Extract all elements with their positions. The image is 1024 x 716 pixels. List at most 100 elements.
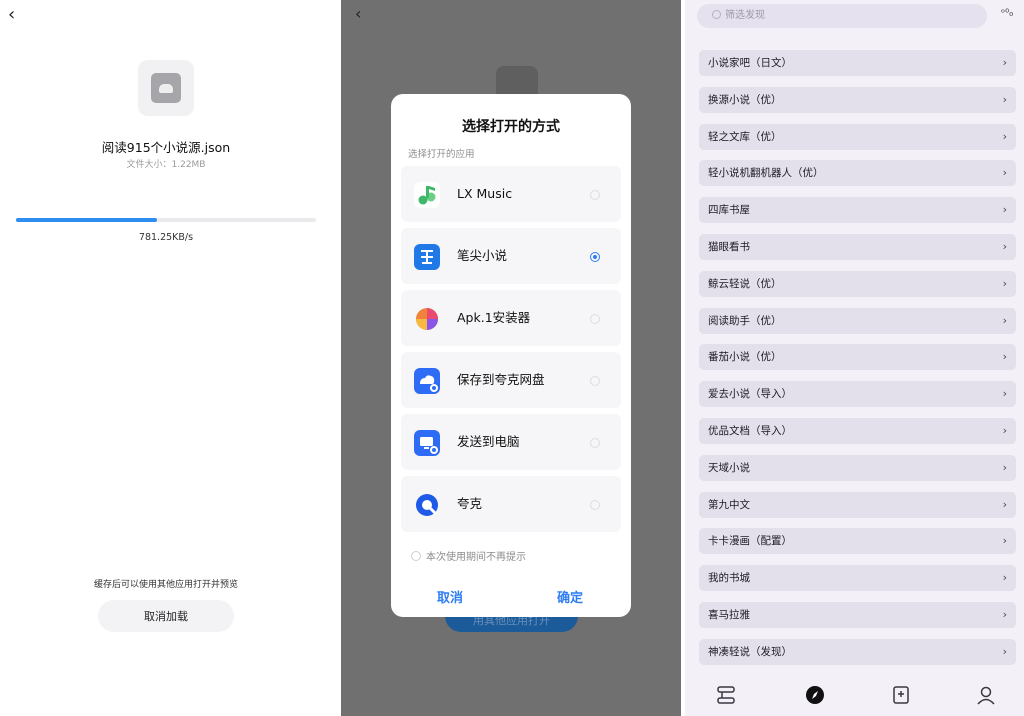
chevron-right-icon: › bbox=[1002, 460, 1007, 474]
chevron-right-icon: › bbox=[1002, 203, 1007, 217]
source-label: 番茄小说（优） bbox=[708, 351, 782, 364]
source-label: 换源小说（优） bbox=[708, 93, 782, 106]
source-label: 轻之文库（优） bbox=[708, 130, 782, 143]
file-name: 阅读915个小说源.json bbox=[101, 140, 231, 155]
back-icon[interactable]: ‹ bbox=[8, 4, 15, 25]
app-option-apk-installer[interactable]: Apk.1安装器 bbox=[401, 290, 621, 346]
dont-show-again-option[interactable]: 本次使用期间不再提示 bbox=[411, 548, 526, 563]
app-name: 笔尖小说 bbox=[457, 248, 508, 263]
app-name: LX Music bbox=[457, 186, 513, 201]
source-label: 神凑轻说（发现） bbox=[708, 645, 792, 658]
open-with-panel: ‹ 用其他应用打开 选择打开的方式 选择打开的应用 LX Music 笔尖小说 … bbox=[341, 0, 681, 716]
profile-icon[interactable] bbox=[975, 685, 997, 709]
source-label: 第九中文 bbox=[708, 498, 750, 511]
chevron-right-icon: › bbox=[1002, 166, 1007, 180]
app-option-quark[interactable]: 夸克 bbox=[401, 476, 621, 532]
source-row[interactable]: 优品文档（导入） › bbox=[699, 418, 1016, 444]
source-label: 阅读助手（优） bbox=[708, 314, 782, 327]
chevron-right-icon: › bbox=[1002, 350, 1007, 364]
chevron-right-icon: › bbox=[1002, 571, 1007, 585]
download-panel: ‹ 阅读915个小说源.json 文件大小：1.22MB 781.25KB/s … bbox=[0, 0, 340, 716]
source-row[interactable]: 爱去小说（导入） › bbox=[699, 381, 1016, 408]
download-progress-bar bbox=[16, 218, 316, 222]
chevron-right-icon: › bbox=[1002, 276, 1007, 290]
app-name: Apk.1安装器 bbox=[457, 310, 531, 325]
source-row[interactable]: 神凑轻说（发现） › bbox=[699, 638, 1016, 665]
cancel-loading-button[interactable]: 取消加载 bbox=[98, 600, 234, 632]
source-row[interactable]: 换源小说（优） › bbox=[699, 86, 1016, 113]
app-option-send-to-pc[interactable]: 发送到电脑 bbox=[401, 414, 621, 470]
bijian-novel-icon bbox=[414, 244, 440, 270]
radio-button[interactable] bbox=[590, 438, 600, 448]
source-row[interactable]: 四库书屋 › bbox=[699, 197, 1016, 224]
cancel-button[interactable]: 取消 bbox=[437, 587, 463, 606]
source-label: 小说家吧（日文） bbox=[708, 57, 792, 69]
app-option-quark-cloud[interactable]: 保存到夸克网盘 bbox=[401, 352, 621, 408]
source-label: 爱去小说（导入） bbox=[708, 388, 792, 401]
chevron-right-icon: › bbox=[1002, 240, 1007, 253]
source-label: 卡卡漫画（配置） bbox=[708, 535, 792, 548]
search-placeholder: 筛选发现 bbox=[725, 10, 765, 21]
source-label: 天域小说 bbox=[708, 461, 750, 474]
radio-button[interactable] bbox=[590, 500, 600, 510]
source-label: 鲸云轻说（优） bbox=[708, 277, 782, 290]
bottom-navigation bbox=[685, 675, 1024, 716]
app-option-lx-music[interactable]: LX Music bbox=[401, 166, 621, 222]
source-row[interactable]: 阅读助手（优） › bbox=[699, 307, 1016, 334]
file-size: 文件大小：1.22MB bbox=[126, 160, 206, 170]
bookmark-icon[interactable] bbox=[890, 685, 912, 709]
download-speed: 781.25KB/s bbox=[138, 232, 194, 243]
dont-show-label: 本次使用期间不再提示 bbox=[426, 552, 526, 563]
source-label: 喜马拉雅 bbox=[708, 609, 750, 621]
dialog-subtitle: 选择打开的应用 bbox=[408, 149, 475, 160]
compass-icon[interactable] bbox=[804, 685, 826, 709]
chevron-right-icon: › bbox=[1002, 387, 1007, 401]
source-row[interactable]: 第九中文 › bbox=[699, 491, 1016, 518]
app-name: 发送到电脑 bbox=[457, 434, 520, 449]
back-icon[interactable]: ‹ bbox=[355, 4, 361, 23]
preview-hint: 缓存后可以使用其他应用打开并预览 bbox=[93, 580, 238, 590]
source-row[interactable]: 鲸云轻说（优） › bbox=[699, 270, 1016, 297]
open-with-dialog: 选择打开的方式 选择打开的应用 LX Music 笔尖小说 Apk.1安装器 保… bbox=[391, 94, 631, 617]
app-option-bijian-novel[interactable]: 笔尖小说 bbox=[401, 228, 621, 284]
source-label: 优品文档（导入） bbox=[708, 425, 792, 437]
app-name: 保存到夸克网盘 bbox=[457, 372, 545, 387]
search-icon bbox=[712, 10, 721, 19]
confirm-button[interactable]: 确定 bbox=[557, 587, 583, 606]
explore-panel: 筛选发现 ᵒ⁰₀ 小说家吧（日文） › 换源小说（优） › 轻之文库（优） › 轻小说机翻机… bbox=[685, 0, 1024, 716]
chevron-right-icon: › bbox=[1002, 129, 1007, 143]
source-row[interactable]: 小说家吧（日文） › bbox=[699, 50, 1016, 76]
checkbox[interactable] bbox=[411, 551, 421, 561]
app-name: 夸克 bbox=[457, 496, 483, 511]
source-row[interactable]: 卡卡漫画（配置） › bbox=[699, 528, 1016, 555]
quark-cloud-icon bbox=[414, 368, 440, 394]
chevron-right-icon: › bbox=[1002, 313, 1007, 327]
chevron-right-icon: › bbox=[1002, 424, 1007, 437]
source-row[interactable]: 喜马拉雅 › bbox=[699, 602, 1016, 628]
source-label: 四库书屋 bbox=[708, 204, 750, 217]
source-row[interactable]: 番茄小说（优） › bbox=[699, 344, 1016, 371]
bookshelf-icon[interactable] bbox=[715, 685, 737, 709]
search-input[interactable]: 筛选发现 bbox=[697, 4, 987, 28]
chevron-right-icon: › bbox=[1002, 92, 1007, 106]
chevron-right-icon: › bbox=[1002, 608, 1007, 621]
radio-button[interactable] bbox=[590, 376, 600, 386]
source-label: 猫眼看书 bbox=[708, 241, 750, 253]
source-row[interactable]: 天域小说 › bbox=[699, 454, 1016, 481]
source-row[interactable]: 轻小说机翻机器人（优） › bbox=[699, 160, 1016, 187]
source-row[interactable]: 轻之文库（优） › bbox=[699, 123, 1016, 150]
chevron-right-icon: › bbox=[1002, 644, 1007, 658]
apk-installer-icon bbox=[414, 306, 440, 332]
radio-button[interactable] bbox=[590, 190, 600, 200]
file-icon bbox=[138, 60, 194, 116]
radio-button[interactable] bbox=[590, 314, 600, 324]
source-row[interactable]: 我的书城 › bbox=[699, 565, 1016, 592]
group-icon[interactable]: ᵒ⁰₀ bbox=[1001, 8, 1013, 19]
download-progress-fill bbox=[16, 218, 157, 222]
chevron-right-icon: › bbox=[1002, 534, 1007, 548]
radio-button-selected[interactable] bbox=[590, 252, 600, 262]
source-row[interactable]: 猫眼看书 › bbox=[699, 234, 1016, 260]
chevron-right-icon: › bbox=[1002, 497, 1007, 511]
send-to-pc-icon bbox=[414, 430, 440, 456]
quark-icon bbox=[414, 492, 440, 518]
